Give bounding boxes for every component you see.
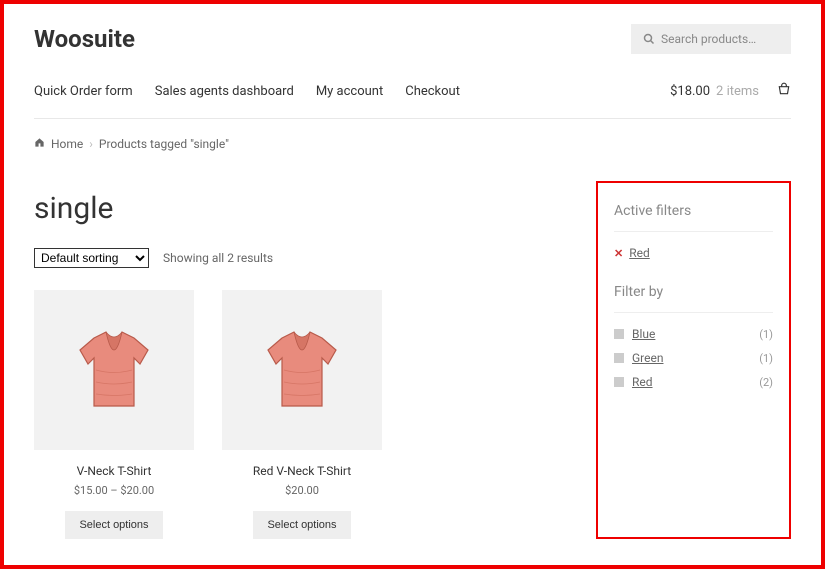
filter-option-red[interactable]: Red (2) [614, 375, 773, 389]
product-name: Red V-Neck T-Shirt [222, 464, 382, 478]
filter-count: (1) [759, 328, 773, 341]
checkbox-icon[interactable] [614, 329, 624, 339]
select-options-button[interactable]: Select options [253, 511, 350, 539]
nav-sales-agents[interactable]: Sales agents dashboard [155, 84, 294, 99]
cart-total: $18.00 [670, 84, 710, 99]
nav-my-account[interactable]: My account [316, 84, 383, 99]
active-filter-item: ✕ Red [614, 246, 773, 260]
page-title: single [34, 191, 566, 226]
product-price: $15.00 – $20.00 [34, 484, 194, 497]
result-count: Showing all 2 results [163, 251, 273, 265]
breadcrumb-current: Products tagged "single" [99, 137, 229, 151]
product-image [34, 290, 194, 450]
product-card[interactable]: Red V-Neck T-Shirt $20.00 Select options [222, 290, 382, 539]
product-name: V-Neck T-Shirt [34, 464, 194, 478]
breadcrumb-home[interactable]: Home [51, 137, 83, 151]
checkbox-icon[interactable] [614, 353, 624, 363]
main-nav: Quick Order form Sales agents dashboard … [34, 84, 460, 99]
active-filter-label[interactable]: Red [629, 246, 650, 260]
divider [614, 231, 773, 232]
filter-label: Blue [632, 327, 655, 341]
site-brand[interactable]: Woosuite [34, 25, 135, 53]
filter-sidebar: Active filters ✕ Red Filter by Blue (1) … [596, 181, 791, 539]
cart-summary[interactable]: $18.00 2 items [670, 82, 791, 100]
breadcrumb: Home › Products tagged "single" [34, 137, 791, 151]
search-placeholder: Search products… [661, 32, 756, 46]
search-icon [643, 33, 655, 45]
filter-option-green[interactable]: Green (1) [614, 351, 773, 365]
product-image [222, 290, 382, 450]
remove-filter-icon[interactable]: ✕ [614, 247, 623, 260]
breadcrumb-separator: › [89, 137, 93, 151]
select-options-button[interactable]: Select options [65, 511, 162, 539]
filter-by-title: Filter by [614, 284, 773, 300]
filter-option-blue[interactable]: Blue (1) [614, 327, 773, 341]
nav-checkout[interactable]: Checkout [405, 84, 460, 99]
search-input[interactable]: Search products… [631, 24, 791, 54]
filter-count: (1) [759, 352, 773, 365]
filter-label: Red [632, 375, 653, 389]
checkbox-icon[interactable] [614, 377, 624, 387]
product-card[interactable]: V-Neck T-Shirt $15.00 – $20.00 Select op… [34, 290, 194, 539]
basket-icon[interactable] [777, 82, 791, 100]
active-filters-title: Active filters [614, 203, 773, 219]
filter-count: (2) [759, 376, 773, 389]
divider [614, 312, 773, 313]
sort-select[interactable]: Default sorting [34, 248, 149, 268]
filter-label: Green [632, 351, 663, 365]
home-icon [34, 137, 45, 151]
product-price: $20.00 [222, 484, 382, 497]
cart-count: 2 items [716, 84, 759, 99]
nav-quick-order[interactable]: Quick Order form [34, 84, 133, 99]
